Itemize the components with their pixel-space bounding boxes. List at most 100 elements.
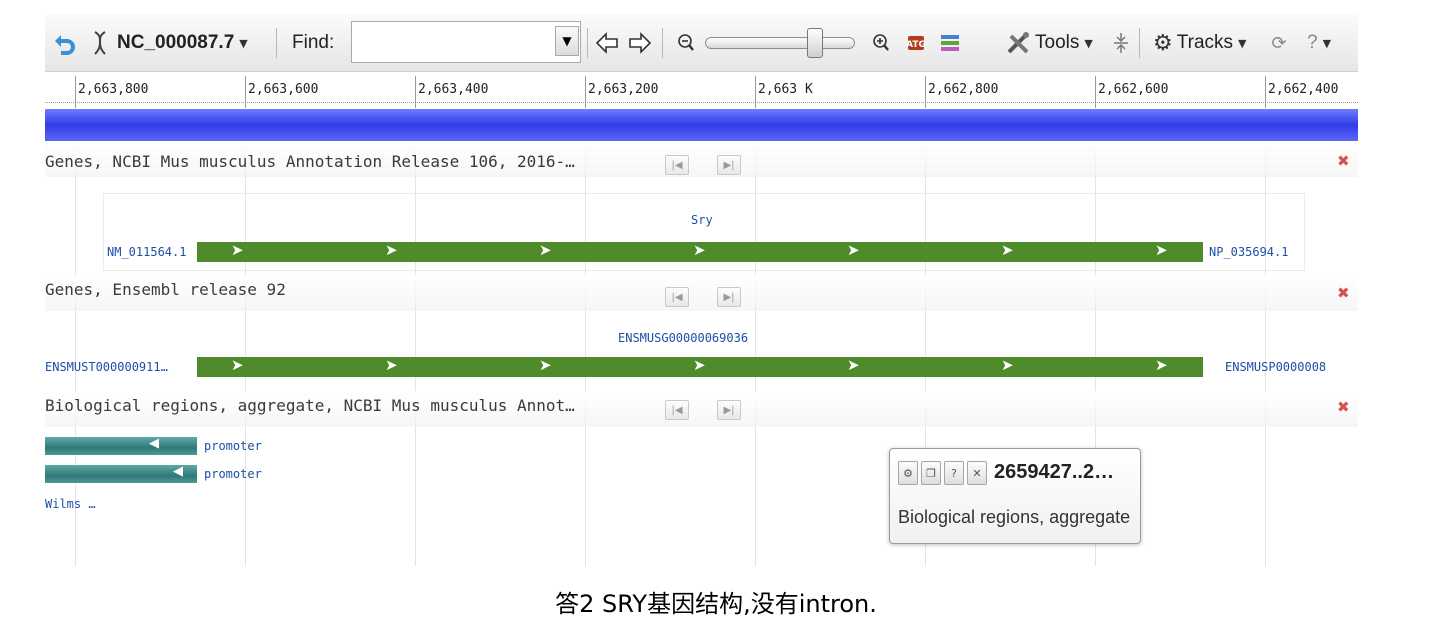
strand-arrow-icon: ➤ [385, 241, 398, 259]
tools-menu-button[interactable]: Tools ▼ [1005, 14, 1093, 72]
chevron-down-icon: ▼ [562, 34, 572, 48]
next-page-button[interactable]: ▶| [717, 155, 741, 175]
tools-icon [1005, 30, 1031, 56]
ruler-tick [585, 76, 586, 108]
transcript-label[interactable]: ENSMUST000000911… [45, 360, 168, 374]
close-track-icon[interactable]: ✖ [1337, 398, 1350, 416]
next-page-button[interactable]: ▶| [717, 400, 741, 420]
promoter-label[interactable]: promoter [204, 439, 262, 453]
chevron-down-icon: ▼ [1084, 36, 1093, 50]
ruler-tick-label: 2,663,600 [248, 82, 319, 97]
zoom-slider[interactable] [705, 37, 855, 49]
popup-description: Biological regions, aggregate [898, 507, 1131, 527]
close-track-icon[interactable]: ✖ [1337, 284, 1350, 302]
ruler-tick-label: 2,662,800 [928, 82, 999, 97]
help-menu-button[interactable]: ? ▼ [1307, 14, 1331, 72]
strand-arrow-icon: ◀ [149, 436, 159, 451]
strand-arrow-icon: ➤ [693, 356, 706, 374]
divider [587, 28, 588, 58]
prev-page-button[interactable]: |◀ [665, 155, 689, 175]
ruler-tick-label: 2,663,400 [418, 82, 489, 97]
tracks-label: Tracks [1176, 32, 1234, 53]
gene-bar[interactable]: ➤ ➤ ➤ ➤ ➤ ➤ ➤ [197, 241, 1203, 262]
gene-label: Sry [691, 213, 713, 227]
strand-arrow-icon: ➤ [1155, 241, 1168, 259]
collapse-icon[interactable] [1111, 14, 1131, 72]
dna-icon [89, 14, 111, 72]
tracks-menu-button[interactable]: ⚙ Tracks ▼ [1153, 14, 1247, 72]
gene-id-label[interactable]: ENSMUSG00000069036 [618, 331, 748, 345]
back-icon[interactable] [51, 14, 77, 72]
track-area[interactable]: Genes, NCBI Mus musculus Annotation Rele… [45, 141, 1358, 566]
prev-page-button[interactable]: |◀ [665, 287, 689, 307]
protein-label[interactable]: NP_035694.1 [1209, 245, 1288, 259]
prev-page-button[interactable]: |◀ [665, 400, 689, 420]
ruler-tick-label: 2,663 K [758, 82, 813, 97]
zoom-out-icon[interactable] [675, 14, 697, 72]
close-icon[interactable]: ✕ [967, 461, 987, 485]
ruler-tick-label: 2,663,800 [78, 82, 149, 97]
wilms-label[interactable]: Wilms … [45, 497, 96, 511]
strand-arrow-icon: ➤ [1155, 356, 1168, 374]
track-config-icon[interactable] [938, 14, 962, 72]
help-icon[interactable]: ? [944, 461, 964, 485]
strand-arrow-icon: ➤ [385, 356, 398, 374]
next-page-button[interactable]: ▶| [717, 287, 741, 307]
svg-text:ATG: ATG [906, 40, 926, 50]
refseq-selector[interactable]: NC_000087.7 ▼ [117, 14, 248, 72]
strand-arrow-icon: ◀ [173, 464, 183, 479]
refseq-label: NC_000087.7 [117, 32, 235, 53]
zoom-slider-thumb[interactable] [807, 28, 823, 58]
track-title: Genes, Ensembl release 92 [45, 280, 286, 299]
strand-arrow-icon: ➤ [231, 241, 244, 259]
window-icon[interactable]: ❐ [921, 461, 941, 485]
strand-arrow-icon: ➤ [693, 241, 706, 259]
overview-bar[interactable] [45, 109, 1358, 141]
close-track-icon[interactable]: ✖ [1337, 152, 1350, 170]
settings-icon[interactable]: ⚙ [898, 461, 918, 485]
figure-caption: 答2 SRY基因结构,没有intron. [555, 590, 877, 618]
divider [1139, 28, 1140, 58]
chevron-down-icon: ▼ [1322, 36, 1332, 50]
strand-arrow-icon: ➤ [539, 356, 552, 374]
promoter-bar[interactable]: ◀ [45, 436, 197, 455]
zoom-in-icon[interactable] [870, 14, 892, 72]
gear-icon: ⚙ [1153, 30, 1173, 56]
find-input[interactable] [351, 21, 581, 63]
ruler-tick [1265, 76, 1266, 108]
find-label: Find: [292, 32, 335, 53]
divider [276, 28, 277, 58]
strand-arrow-icon: ➤ [1001, 356, 1014, 374]
ruler-dotted-line [45, 102, 1358, 103]
help-icon: ? [1307, 32, 1318, 53]
strand-arrow-icon: ➤ [847, 241, 860, 259]
promoter-label[interactable]: promoter [204, 467, 262, 481]
chevron-down-icon: ▼ [1238, 36, 1247, 50]
strand-arrow-icon: ➤ [539, 241, 552, 259]
transcript-label[interactable]: NM_011564.1 [107, 245, 186, 259]
tools-label: Tools [1035, 32, 1080, 53]
ruler-tick-label: 2,662,600 [1098, 82, 1169, 97]
ruler-tick [1095, 76, 1096, 108]
strand-arrow-icon: ➤ [847, 356, 860, 374]
feature-popup[interactable]: ⚙ ❐ ? ✕ 2659427..2… Biological regions, … [889, 448, 1141, 544]
ruler-tick [245, 76, 246, 108]
gene-bar[interactable]: ➤ ➤ ➤ ➤ ➤ ➤ ➤ [197, 356, 1203, 377]
toolbar: NC_000087.7 ▼ Find: ▼ ATG Tools ▼ ⚙ Trac… [45, 14, 1358, 72]
pan-left-icon[interactable] [594, 14, 620, 72]
strand-arrow-icon: ➤ [1001, 241, 1014, 259]
gc-content-icon[interactable]: ATG [904, 14, 928, 72]
chevron-down-icon: ▼ [239, 36, 248, 50]
sync-icon[interactable]: ⟳ [1267, 14, 1291, 72]
ruler-tick-label: 2,662,400 [1268, 82, 1339, 97]
genome-viewer: NC_000087.7 ▼ Find: ▼ ATG Tools ▼ ⚙ Trac… [45, 14, 1358, 566]
promoter-bar[interactable]: ◀ [45, 464, 197, 483]
coordinate-ruler: 2,663,800 2,663,600 2,663,400 2,663,200 … [45, 72, 1358, 112]
pan-right-icon[interactable] [627, 14, 653, 72]
protein-label[interactable]: ENSMUSP0000008 [1225, 360, 1326, 374]
find-dropdown-button[interactable]: ▼ [555, 26, 579, 56]
ruler-tick [755, 76, 756, 108]
ruler-tick-label: 2,663,200 [588, 82, 659, 97]
track-title: Biological regions, aggregate, NCBI Mus … [45, 396, 575, 415]
ruler-tick [415, 76, 416, 108]
